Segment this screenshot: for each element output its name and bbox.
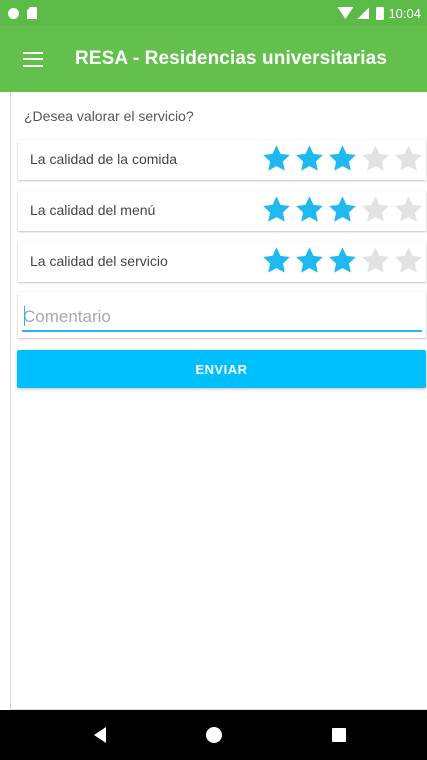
star-filled-icon[interactable]	[261, 245, 292, 276]
star-filled-icon[interactable]	[261, 194, 292, 225]
notification-dot-icon	[8, 7, 19, 19]
comment-input[interactable]	[22, 304, 422, 332]
rating-label: La calidad de la comida	[30, 151, 178, 167]
star-filled-icon[interactable]	[327, 194, 358, 225]
hamburger-menu-icon[interactable]	[23, 51, 43, 67]
rating-label: La calidad del servicio	[30, 253, 168, 269]
star-rating-comida[interactable]	[261, 143, 424, 174]
rating-row-servicio: La calidad del servicio	[18, 242, 426, 282]
navigation-bar	[0, 710, 427, 760]
rating-prompt: ¿Desea valorar el servicio?	[24, 108, 194, 124]
star-filled-icon[interactable]	[294, 143, 325, 174]
star-filled-icon[interactable]	[327, 143, 358, 174]
app-title: RESA - Residencias universitarias	[75, 48, 388, 69]
star-empty-icon[interactable]	[393, 245, 424, 276]
home-icon[interactable]	[206, 727, 222, 743]
status-bar: 10:04	[0, 0, 427, 26]
app-bar: RESA - Residencias universitarias	[0, 26, 427, 92]
star-filled-icon[interactable]	[261, 143, 292, 174]
rating-row-menu: La calidad del menú	[18, 191, 426, 231]
star-filled-icon[interactable]	[294, 245, 325, 276]
star-empty-icon[interactable]	[360, 143, 391, 174]
sd-card-icon	[27, 7, 37, 19]
rating-row-comida: La calidad de la comida	[18, 140, 426, 180]
comment-card	[18, 292, 426, 338]
star-rating-servicio[interactable]	[261, 245, 424, 276]
wifi-icon	[337, 7, 354, 19]
recent-apps-icon[interactable]	[332, 728, 346, 742]
rating-label: La calidad del menú	[30, 202, 156, 218]
send-button[interactable]: ENVIAR	[17, 350, 426, 388]
back-icon[interactable]	[94, 727, 106, 743]
text-caret	[24, 306, 25, 326]
signal-icon	[357, 7, 370, 19]
battery-icon	[376, 6, 385, 20]
status-right-icons: 10:04	[337, 0, 421, 26]
star-filled-icon[interactable]	[294, 194, 325, 225]
star-empty-icon[interactable]	[393, 143, 424, 174]
star-empty-icon[interactable]	[393, 194, 424, 225]
star-empty-icon[interactable]	[360, 194, 391, 225]
status-time: 10:04	[388, 5, 421, 21]
rating-form: ¿Desea valorar el servicio? La calidad d…	[10, 92, 427, 710]
star-filled-icon[interactable]	[327, 245, 358, 276]
star-empty-icon[interactable]	[360, 245, 391, 276]
star-rating-menu[interactable]	[261, 194, 424, 225]
status-left-icons	[0, 7, 37, 19]
